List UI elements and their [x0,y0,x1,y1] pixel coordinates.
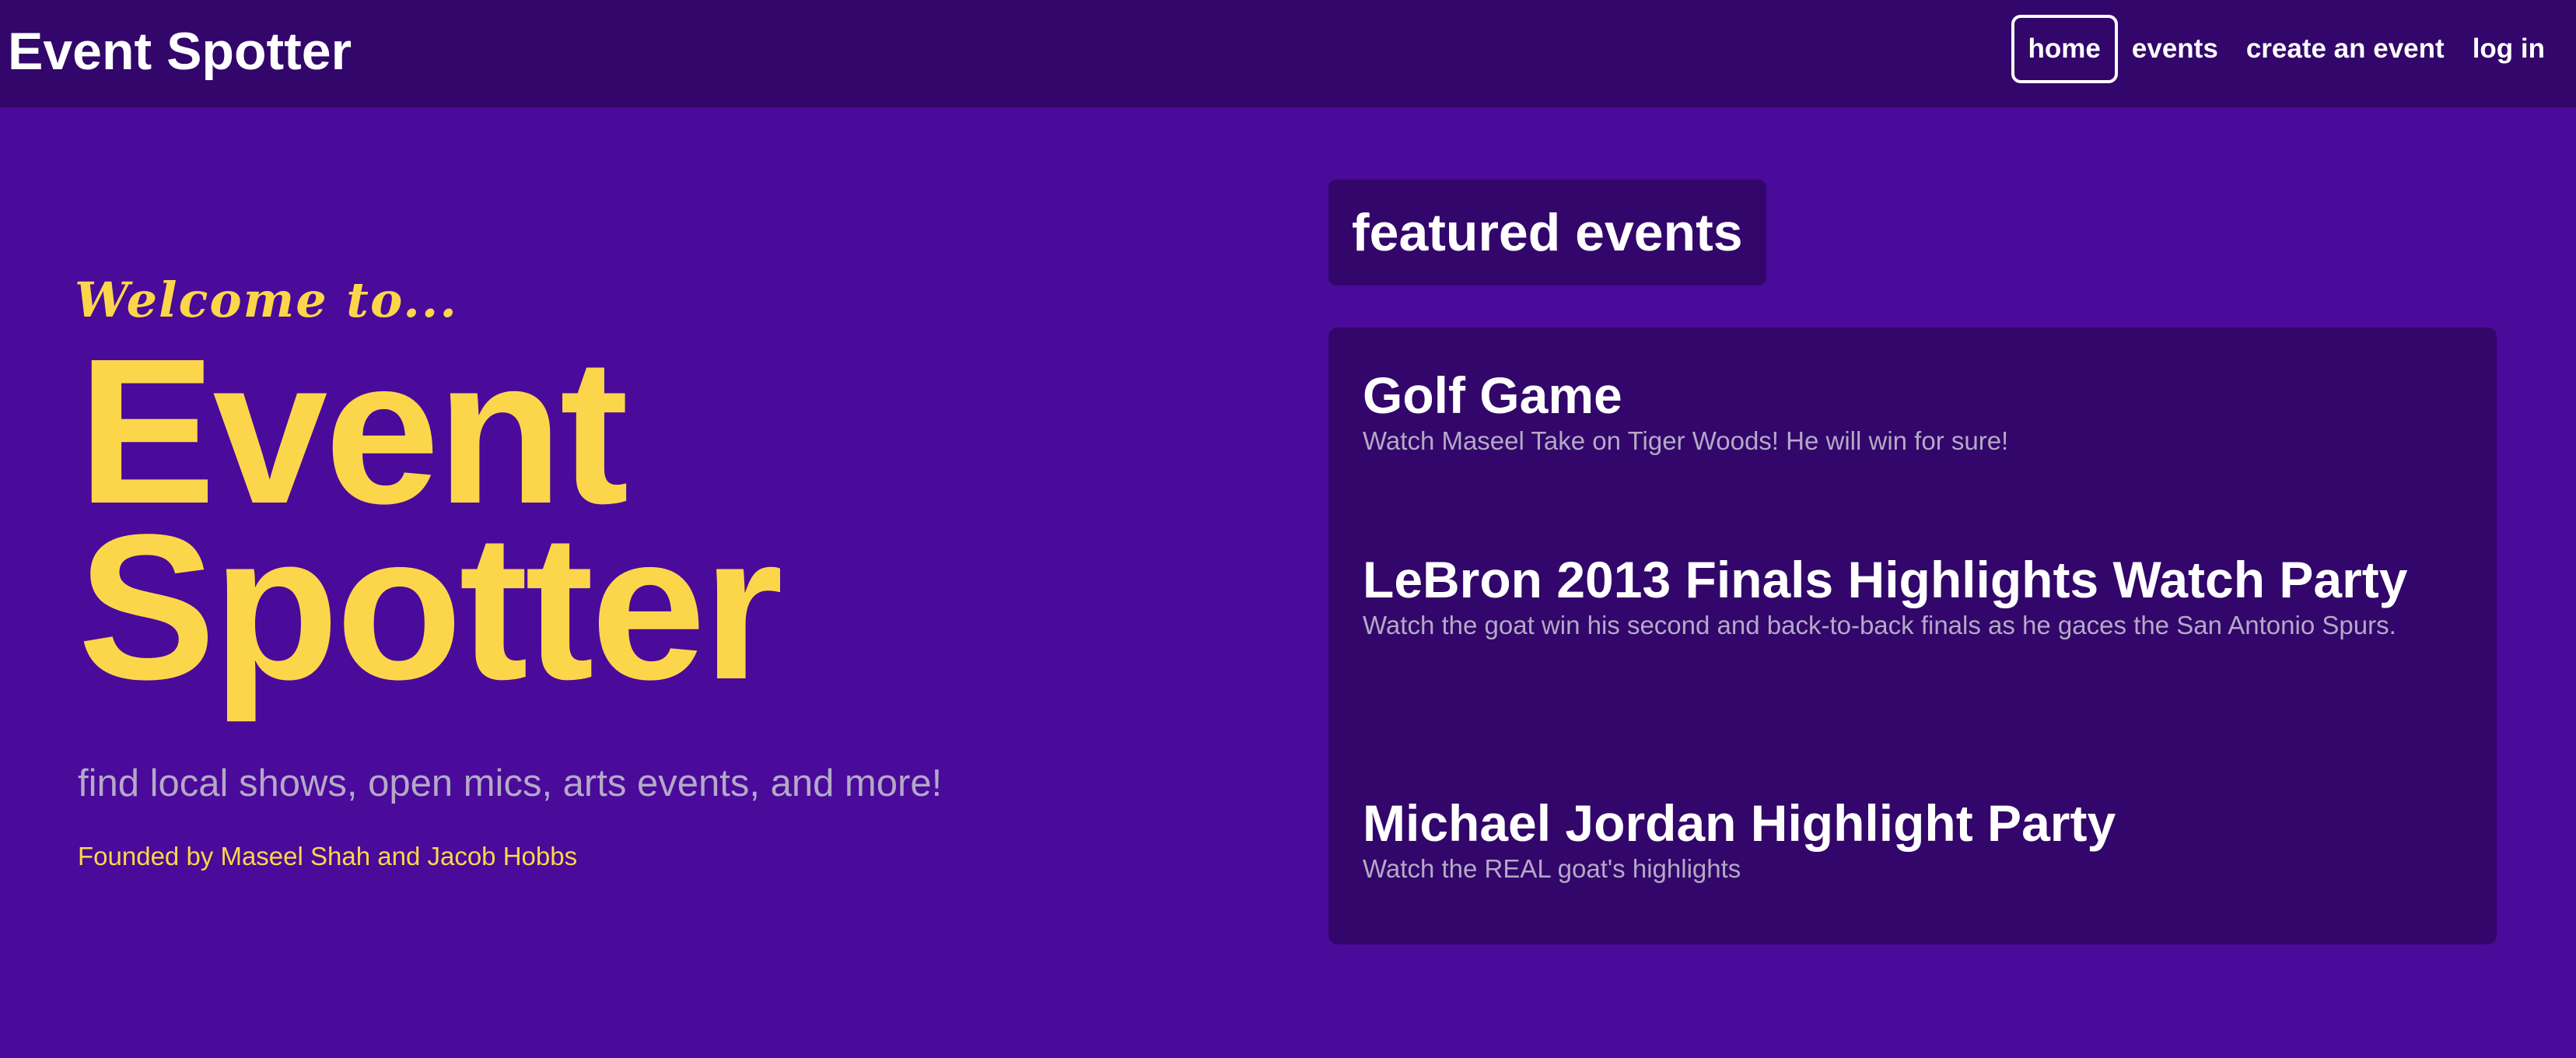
nav-home-link[interactable]: home [2011,15,2118,83]
event-description: Watch the REAL goat's highlights [1363,854,1741,883]
event-description: Watch Maseel Take on Tiger Woods! He wil… [1363,426,2009,455]
hero-title-line2: Spotter [78,492,783,723]
navbar: Event Spotter home events create an even… [0,0,2576,107]
featured-events-panel: Golf Game Watch Maseel Take on Tiger Woo… [1328,328,2497,944]
brand-title[interactable]: Event Spotter [8,22,352,81]
event-card[interactable]: Michael Jordan Highlight Party Watch the… [1363,794,2452,885]
nav-links: home events create an event log in [2011,15,2559,83]
event-title[interactable]: LeBron 2013 Finals Highlights Watch Part… [1363,551,2452,609]
nav-events-link[interactable]: events [2118,16,2232,82]
founders-credit: Founded by Maseel Shah and Jacob Hobbs [78,842,578,871]
event-card[interactable]: LeBron 2013 Finals Highlights Watch Part… [1363,551,2452,642]
event-description: Watch the goat win his second and back-t… [1363,611,2396,639]
nav-create-event-link[interactable]: create an event [2232,16,2459,82]
nav-login-link[interactable]: log in [2459,16,2559,82]
event-title[interactable]: Michael Jordan Highlight Party [1363,794,2452,853]
featured-events-heading: featured events [1328,180,1766,286]
event-title[interactable]: Golf Game [1363,366,2452,425]
hero-subtitle: find local shows, open mics, arts events… [78,762,943,804]
event-card[interactable]: Golf Game Watch Maseel Take on Tiger Woo… [1363,366,2452,457]
hero-title: Event Spotter [78,328,783,723]
